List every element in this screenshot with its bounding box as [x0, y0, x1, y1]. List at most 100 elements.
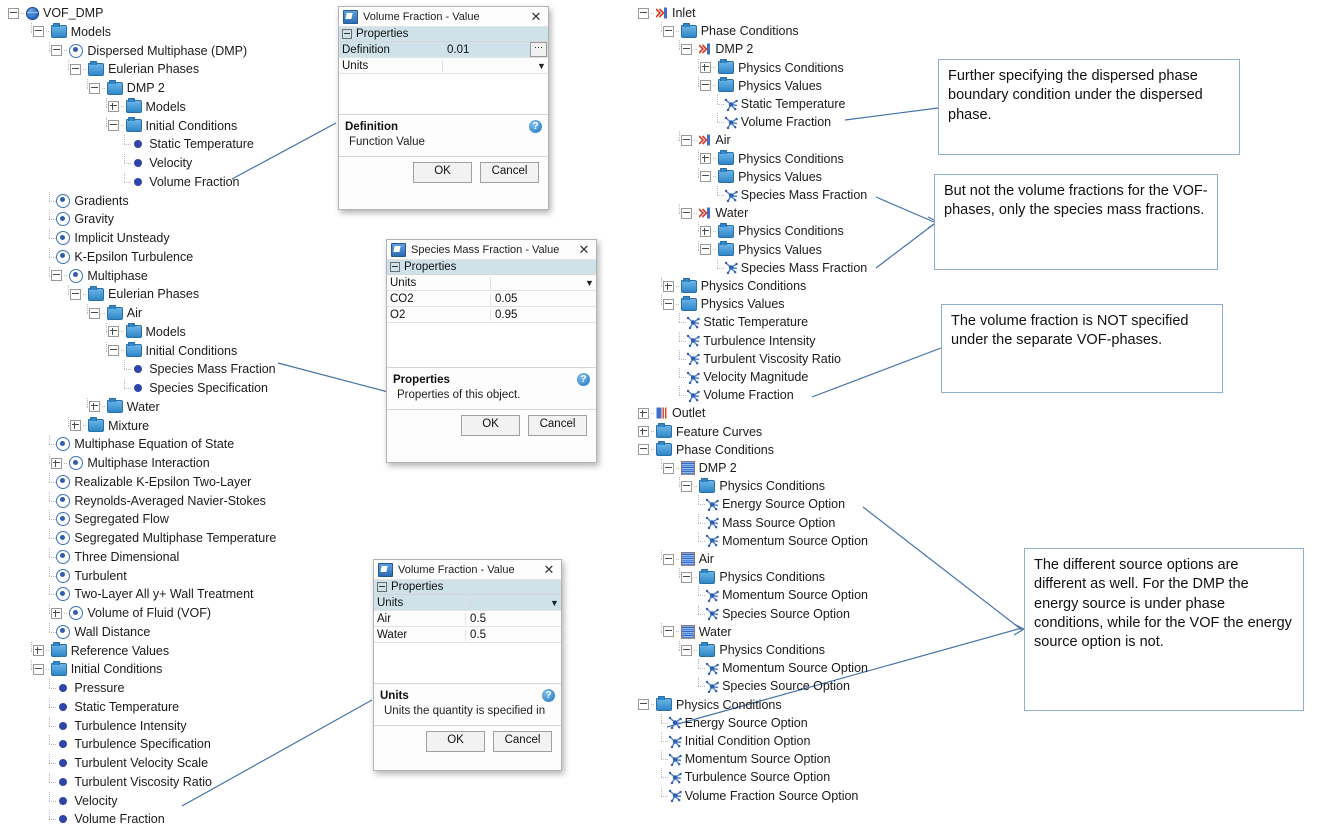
- expand-icon[interactable]: [700, 225, 712, 237]
- tree-item[interactable]: Turbulence Intensity: [45, 716, 187, 735]
- expand-icon[interactable]: [662, 280, 674, 292]
- properties-grid[interactable]: Units ▼ CO2 0.05 O2 0.95: [387, 274, 596, 323]
- tree-item[interactable]: Water: [657, 622, 732, 641]
- collapse-icon[interactable]: [107, 345, 119, 356]
- table-row[interactable]: Units ▼: [387, 275, 596, 291]
- property-value[interactable]: 0.5: [466, 629, 561, 641]
- expand-icon[interactable]: [700, 153, 712, 165]
- tree-item[interactable]: Physics Values: [694, 76, 822, 95]
- tree-item[interactable]: Mixture: [64, 416, 149, 435]
- cancel-button[interactable]: Cancel: [528, 415, 587, 436]
- collapse-icon[interactable]: [107, 120, 119, 131]
- collapse-icon[interactable]: [51, 45, 63, 56]
- collapse-icon[interactable]: [70, 63, 82, 75]
- collapse-icon[interactable]: [638, 7, 649, 19]
- collapse-icon[interactable]: [342, 29, 352, 39]
- tree-item[interactable]: Turbulence Specification: [45, 735, 211, 753]
- collapse-icon[interactable]: [681, 480, 693, 492]
- table-row[interactable]: Definition 0.01 ⋯: [339, 42, 548, 58]
- tree-item[interactable]: Turbulent Viscosity Ratio: [675, 349, 841, 368]
- close-icon[interactable]: ✕: [541, 562, 557, 578]
- properties-group-header[interactable]: Properties: [374, 580, 561, 594]
- tree-item[interactable]: Volume Fraction: [713, 113, 831, 131]
- collapse-icon[interactable]: [88, 82, 100, 94]
- collapse-icon[interactable]: [662, 298, 674, 310]
- tree-item[interactable]: Physics Values: [657, 295, 785, 313]
- expand-icon[interactable]: [107, 326, 119, 338]
- tree-item[interactable]: Velocity: [45, 791, 117, 810]
- properties-grid[interactable]: Units ▼ Air 0.5 Water 0.5: [374, 594, 561, 643]
- tree-item[interactable]: Realizable K-Epsilon Two-Layer: [45, 472, 251, 491]
- ellipsis-button[interactable]: ⋯: [530, 42, 547, 57]
- right-regions-tree[interactable]: Inlet Phase Conditions DMP 2 Physics Condit…: [638, 2, 978, 807]
- expand-icon[interactable]: [88, 401, 100, 413]
- tree-item[interactable]: Momentum Source Option: [694, 659, 868, 677]
- expand-icon[interactable]: [51, 457, 63, 469]
- dialog-volume-fraction-vof[interactable]: Volume Fraction - Value ✕ Properties Uni…: [373, 559, 562, 771]
- cancel-button[interactable]: Cancel: [480, 162, 539, 183]
- dialog-species-mass-fraction[interactable]: Species Mass Fraction - Value ✕ Properti…: [386, 239, 597, 463]
- property-value[interactable]: 0.5: [466, 613, 561, 625]
- tree-item[interactable]: Momentum Source Option: [694, 531, 868, 550]
- tree-item[interactable]: Gradients: [45, 191, 129, 210]
- tree-item[interactable]: Volume Fraction: [45, 810, 165, 828]
- expand-icon[interactable]: [638, 426, 649, 438]
- collapse-icon[interactable]: [662, 626, 674, 638]
- tree-item[interactable]: Volume Fraction Source Option: [657, 786, 858, 805]
- tree-item[interactable]: Phase Conditions: [657, 22, 799, 40]
- property-value[interactable]: 0.05: [491, 293, 596, 305]
- tree-item[interactable]: Species Mass Fraction: [713, 186, 867, 204]
- tree-item[interactable]: Velocity: [120, 154, 192, 172]
- collapse-icon[interactable]: [638, 699, 649, 711]
- tree-item[interactable]: Turbulence Intensity: [675, 331, 816, 350]
- tree-item[interactable]: Reynolds-Averaged Navier-Stokes: [45, 491, 266, 510]
- collapse-icon[interactable]: [32, 663, 44, 675]
- collapse-icon[interactable]: [638, 444, 649, 456]
- tree-item[interactable]: Turbulent Viscosity Ratio: [45, 772, 212, 791]
- tree-item[interactable]: Volume Fraction: [675, 386, 794, 404]
- tree-item[interactable]: Physics Conditions: [675, 477, 825, 495]
- tree-item[interactable]: Water: [83, 397, 160, 416]
- tree-item[interactable]: Air: [675, 131, 731, 149]
- tree-item[interactable]: Velocity Magnitude: [675, 368, 808, 386]
- tree-item[interactable]: Pressure: [45, 679, 124, 697]
- properties-group-header[interactable]: Properties: [339, 27, 548, 41]
- property-value[interactable]: 0.01 ⋯: [443, 42, 548, 57]
- collapse-icon[interactable]: [662, 462, 674, 474]
- left-simulation-tree[interactable]: VOF_DMP Models Dispersed Multiphase (DMP) E…: [8, 2, 338, 826]
- tree-item[interactable]: Outlet: [638, 404, 705, 422]
- tree-item[interactable]: Energy Source Option: [694, 495, 845, 513]
- tree-item[interactable]: Initial Conditions: [27, 660, 162, 678]
- tree-item[interactable]: Turbulent: [45, 566, 127, 585]
- collapse-icon[interactable]: [8, 7, 19, 19]
- tree-item[interactable]: Multiphase Equation of State: [45, 435, 234, 453]
- property-value[interactable]: ▼: [466, 598, 561, 608]
- expand-icon[interactable]: [32, 645, 44, 656]
- expand-icon[interactable]: [51, 607, 63, 619]
- tree-item[interactable]: Models: [102, 97, 186, 116]
- tree-item[interactable]: Static Temperature: [713, 95, 845, 113]
- tree-item[interactable]: Physics Conditions: [638, 696, 782, 714]
- collapse-icon[interactable]: [70, 288, 82, 300]
- tree-item[interactable]: Initial Condition Option: [657, 732, 810, 750]
- tree-item[interactable]: Static Temperature: [675, 313, 808, 331]
- chevron-down-icon[interactable]: ▼: [535, 61, 548, 71]
- ok-button[interactable]: OK: [426, 731, 485, 752]
- property-value[interactable]: ▼: [443, 61, 548, 71]
- close-icon[interactable]: ✕: [528, 9, 544, 25]
- tree-item[interactable]: Species Specification: [120, 379, 268, 397]
- tree-item[interactable]: Energy Source Option: [657, 713, 808, 732]
- tree-item[interactable]: Momentum Source Option: [657, 750, 831, 768]
- collapse-icon[interactable]: [681, 43, 693, 55]
- tree-item[interactable]: Two-Layer All y+ Wall Treatment: [45, 585, 254, 603]
- collapse-icon[interactable]: [51, 270, 63, 281]
- chevron-down-icon[interactable]: ▼: [548, 598, 561, 608]
- tree-item[interactable]: Species Mass Fraction: [120, 360, 276, 378]
- tree-item[interactable]: Turbulence Source Option: [657, 768, 830, 786]
- tree-item[interactable]: Physics Conditions: [675, 641, 825, 659]
- tree-item[interactable]: Three Dimensional: [45, 547, 179, 566]
- table-row[interactable]: Water 0.5: [374, 627, 561, 643]
- table-row[interactable]: Units ▼: [374, 595, 561, 611]
- tree-item[interactable]: Inlet: [638, 4, 696, 22]
- tree-item[interactable]: Static Temperature: [45, 697, 179, 716]
